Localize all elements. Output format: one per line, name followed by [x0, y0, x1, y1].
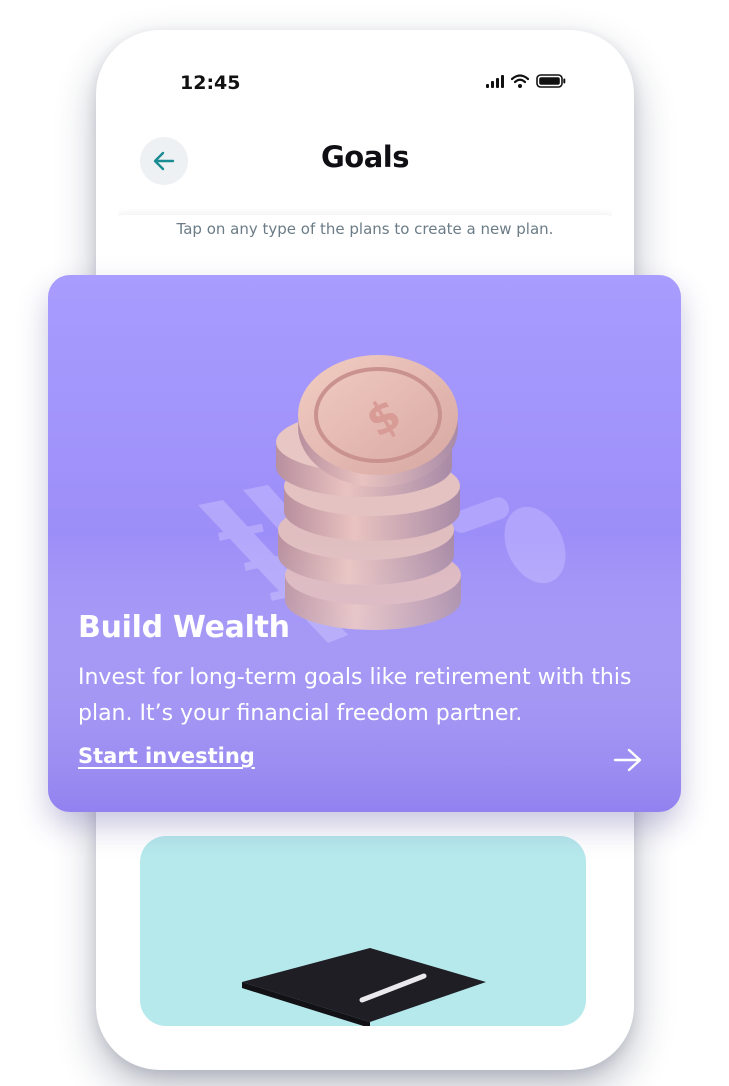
plan-card-teal[interactable] [140, 836, 586, 1026]
plan-card-build-wealth[interactable]: $ Build Wealth Invest for long-term goal… [48, 275, 681, 812]
stage: 12:45 Goals Tap on any type of the plans… [0, 0, 729, 1086]
signal-icon [486, 74, 504, 88]
battery-icon [536, 74, 566, 88]
status-icons [486, 74, 566, 88]
page-title: Goals [321, 140, 410, 174]
plan-card-title: Build Wealth [78, 610, 290, 645]
status-time: 12:45 [180, 72, 241, 94]
wifi-icon [511, 74, 529, 88]
page-subtitle: Tap on any type of the plans to create a… [176, 220, 554, 238]
plan-card-description: Invest for long-term goals like retireme… [78, 665, 632, 726]
start-investing-link[interactable]: Start investing [78, 744, 255, 768]
graduation-cap-illustration [242, 948, 486, 1026]
arrow-right-icon[interactable] [613, 747, 643, 773]
